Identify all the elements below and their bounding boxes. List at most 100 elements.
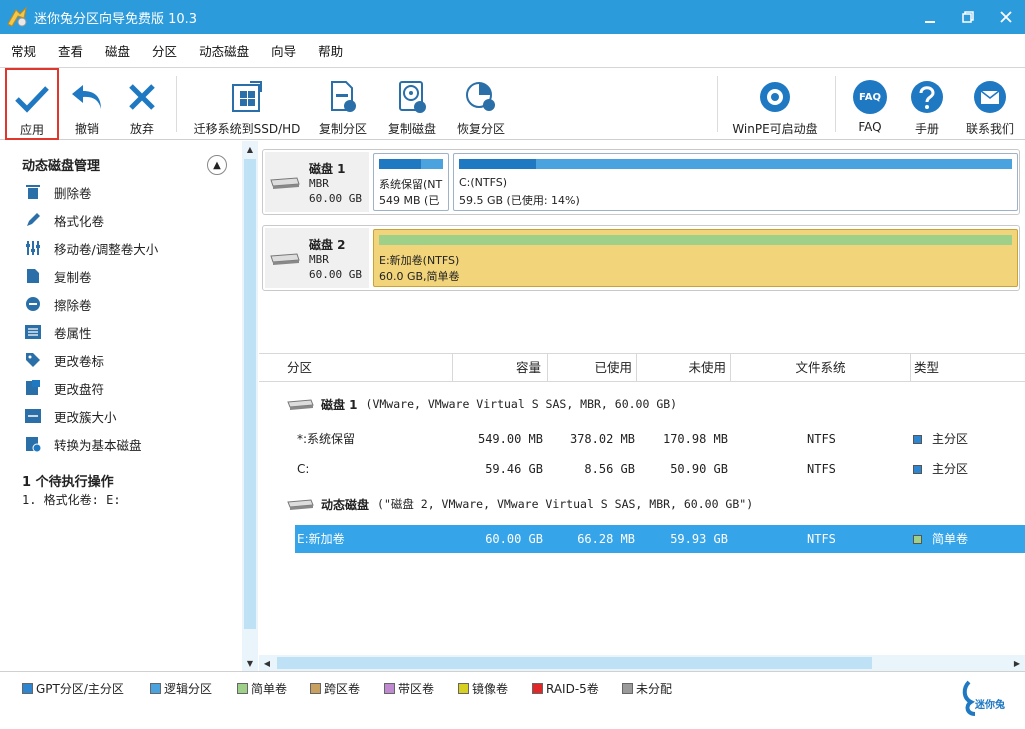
column-capacity[interactable]: 容量 xyxy=(453,354,548,382)
action-label: 更改簇大小 xyxy=(54,409,117,425)
scroll-down-arrow-icon[interactable]: ▼ xyxy=(242,655,258,671)
pending-operation-item: 1. 格式化卷: E: xyxy=(22,493,121,507)
faq-label: FAQ xyxy=(858,120,882,134)
table-row[interactable]: *:系统保留 549.00 MB 378.02 MB 170.98 MB NTF… xyxy=(295,425,1025,453)
disk-info: 磁盘 2 MBR 60.00 GB xyxy=(265,228,369,288)
action-format-volume[interactable]: 格式化卷 xyxy=(24,209,104,231)
scroll-left-arrow-icon[interactable]: ◀ xyxy=(259,655,275,671)
action-convert-basic[interactable]: 转换为基本磁盘 xyxy=(24,433,142,455)
type-color-swatch xyxy=(913,464,922,474)
hard-disk-icon xyxy=(287,399,314,410)
undo-label: 撤销 xyxy=(74,122,99,136)
partition-c[interactable]: C:(NTFS) 59.5 GB (已使用: 14%) xyxy=(453,153,1018,211)
migrate-os-button[interactable]: 迁移系统到SSD/HD xyxy=(190,68,304,140)
legend-swatch xyxy=(458,683,469,694)
apply-button[interactable]: 应用 xyxy=(5,68,59,140)
menu-disk[interactable]: 磁盘 xyxy=(94,41,141,60)
disk-meta: MBR 60.00 GB xyxy=(309,252,362,282)
discard-button[interactable]: 放弃 xyxy=(117,68,167,140)
table-row[interactable]: C: 59.46 GB 8.56 GB 50.90 GB NTFS 主分区 xyxy=(295,455,1025,483)
legend-swatch xyxy=(532,683,543,694)
group-title: 磁盘 1 xyxy=(321,397,358,412)
contact-us-button[interactable]: 联系我们 xyxy=(961,68,1019,140)
cell-filesystem: NTFS xyxy=(807,532,836,546)
collapse-icon[interactable]: ▲ xyxy=(207,155,227,175)
scroll-right-arrow-icon[interactable]: ▶ xyxy=(1009,655,1025,671)
left-scrollbar[interactable]: ▲ ▼ xyxy=(242,141,258,671)
action-copy-volume[interactable]: 复制卷 xyxy=(24,265,92,287)
pending-operations-title: 1 个待执行操作 xyxy=(22,475,114,490)
horizontal-scrollbar[interactable]: ◀ ▶ xyxy=(259,655,1025,671)
column-filesystem[interactable]: 文件系统 xyxy=(731,354,911,382)
disk-2-row[interactable]: 磁盘 2 MBR 60.00 GB E:新加卷(NTFS) 60.0 GB,简单卷 xyxy=(262,225,1020,291)
close-button[interactable] xyxy=(987,0,1025,34)
restore-button[interactable] xyxy=(949,0,987,34)
discard-x-icon xyxy=(122,78,162,116)
menu-general[interactable]: 常规 xyxy=(0,41,47,60)
disk-group-header[interactable]: 磁盘 1 (VMware, VMware Virtual S SAS, MBR,… xyxy=(287,394,677,414)
legend-label: 带区卷 xyxy=(398,682,435,696)
undo-button[interactable]: 撤销 xyxy=(62,68,112,140)
menu-dynamic-disk[interactable]: 动态磁盘 xyxy=(188,41,260,60)
trash-icon xyxy=(24,183,42,201)
copy-partition-label: 复制分区 xyxy=(318,122,367,136)
disk-name: 磁盘 1 xyxy=(309,162,346,176)
action-label: 卷属性 xyxy=(54,325,92,341)
volume-bar xyxy=(379,235,1012,245)
menu-help[interactable]: 帮助 xyxy=(307,41,354,60)
menu-wizard[interactable]: 向导 xyxy=(260,41,307,60)
contact-label: 联系我们 xyxy=(965,122,1014,136)
winpe-bootable-button[interactable]: WinPE可启动盘 xyxy=(727,68,823,140)
disk-group-header[interactable]: 动态磁盘 ("磁盘 2, VMware, VMware Virtual S SA… xyxy=(287,494,753,514)
action-delete-volume[interactable]: 删除卷 xyxy=(24,181,92,203)
legend-item: 逻辑分区 xyxy=(150,680,212,697)
cell-partition: E:新加卷 xyxy=(297,532,345,546)
copy-partition-button[interactable]: 复制分区 xyxy=(313,68,373,140)
partition-label: 系统保留(NT xyxy=(379,178,443,191)
brand-text: 迷你兔 xyxy=(975,700,1005,711)
copy-partition-icon xyxy=(323,78,363,116)
copy-disk-button[interactable]: 复制磁盘 xyxy=(382,68,442,140)
menu-partition[interactable]: 分区 xyxy=(141,41,188,60)
action-change-cluster-size[interactable]: 更改簇大小 xyxy=(24,405,117,427)
legend-label: 跨区卷 xyxy=(324,682,361,696)
disk-1-row[interactable]: 磁盘 1 MBR 60.00 GB 系统保留(NT 549 MB (已 C:(NT… xyxy=(262,149,1020,215)
copy-icon xyxy=(24,267,42,285)
scrollbar-thumb[interactable] xyxy=(277,657,872,669)
cell-filesystem: NTFS xyxy=(807,432,836,446)
disk-map: 磁盘 1 MBR 60.00 GB 系统保留(NT 549 MB (已 C:(NT… xyxy=(259,141,1025,353)
faq-button[interactable]: FAQ FAQ xyxy=(848,68,892,140)
cell-type: 简单卷 xyxy=(913,525,968,553)
legend-item: 未分配 xyxy=(622,680,672,697)
partition-table: 分区 容量 已使用 未使用 文件系统 类型 磁盘 1 (VMware, VMwa… xyxy=(259,353,1025,655)
menu-view[interactable]: 查看 xyxy=(47,41,94,60)
partition-label: C:(NTFS) xyxy=(459,176,508,189)
legend-label: 未分配 xyxy=(636,682,673,696)
action-change-drive-letter[interactable]: 更改盘符 xyxy=(24,377,104,399)
manual-button[interactable]: 手册 xyxy=(905,68,949,140)
column-used[interactable]: 已使用 xyxy=(548,354,637,382)
action-change-label[interactable]: 更改卷标 xyxy=(24,349,104,371)
table-row-selected[interactable]: E:新加卷 60.00 GB 66.28 MB 59.93 GB NTFS 简单… xyxy=(295,525,1025,553)
scroll-up-arrow-icon[interactable]: ▲ xyxy=(242,141,258,157)
type-label: 主分区 xyxy=(932,432,969,446)
action-wipe-volume[interactable]: 擦除卷 xyxy=(24,293,92,315)
partition-system-reserved[interactable]: 系统保留(NT 549 MB (已 xyxy=(373,153,449,211)
legend-label: GPT分区/主分区 xyxy=(36,682,124,696)
disk-type: MBR xyxy=(309,177,329,190)
group-title: 动态磁盘 xyxy=(321,497,370,512)
scrollbar-thumb[interactable] xyxy=(244,159,256,629)
minimize-button[interactable] xyxy=(911,0,949,34)
recover-partition-button[interactable]: 恢复分区 xyxy=(450,68,512,140)
column-unused[interactable]: 未使用 xyxy=(637,354,731,382)
mail-icon xyxy=(970,78,1010,116)
apply-label: 应用 xyxy=(19,123,44,137)
column-partition[interactable]: 分区 xyxy=(259,354,453,382)
cell-used: 66.28 MB xyxy=(577,532,635,546)
volume-e[interactable]: E:新加卷(NTFS) 60.0 GB,简单卷 xyxy=(373,229,1018,287)
action-move-resize-volume[interactable]: 移动卷/调整卷大小 xyxy=(24,237,158,259)
legend-label: 镜像卷 xyxy=(472,682,509,696)
column-type[interactable]: 类型 xyxy=(911,354,1025,382)
action-volume-properties[interactable]: 卷属性 xyxy=(24,321,92,343)
legend-item: 跨区卷 xyxy=(310,680,360,697)
